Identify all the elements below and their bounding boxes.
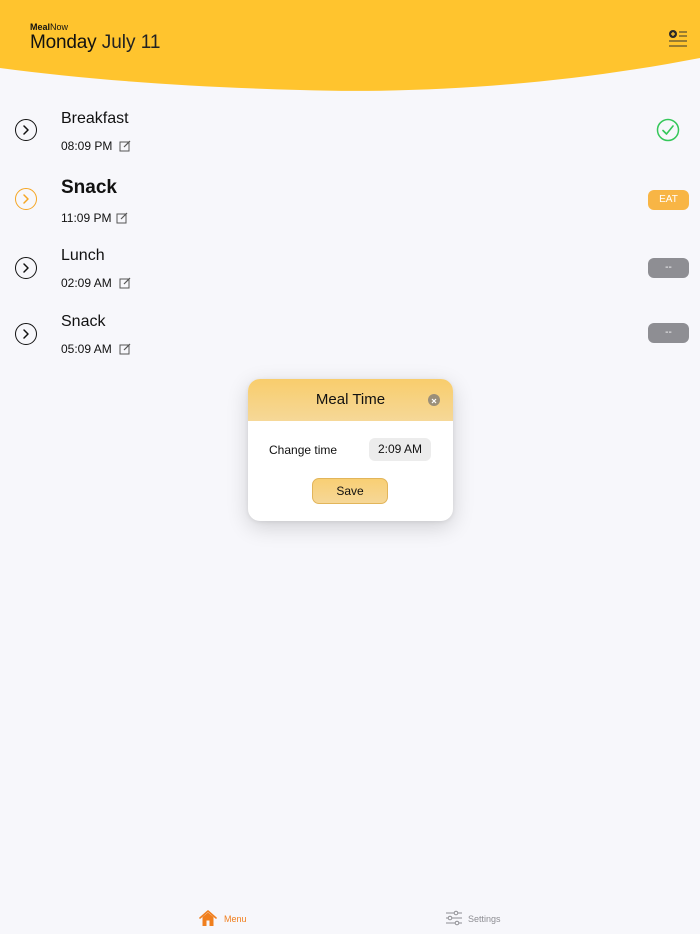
- day-label: Monday: [30, 32, 97, 53]
- edit-icon[interactable]: [119, 277, 131, 289]
- add-list-icon: [669, 30, 687, 47]
- edit-icon[interactable]: [119, 343, 131, 355]
- page-title: Monday July 11: [30, 32, 160, 54]
- chevron-right-icon[interactable]: [15, 257, 37, 279]
- tab-label-settings: Settings: [468, 914, 501, 924]
- chevron-right-icon[interactable]: [15, 188, 37, 210]
- chevron-right-icon[interactable]: [15, 323, 37, 345]
- add-list-menu-button[interactable]: [666, 28, 688, 50]
- meal-row-breakfast[interactable]: Breakfast 08:09 PM: [0, 105, 700, 165]
- meal-time: 02:09 AM: [61, 276, 112, 290]
- meal-time-modal: Meal Time Change time 2:09 AM Save: [248, 379, 453, 521]
- meal-time: 11:09 PM: [61, 211, 112, 225]
- edit-icon[interactable]: [116, 212, 128, 224]
- status-badge: --: [648, 258, 689, 278]
- tab-bar: Menu Settings: [0, 905, 700, 934]
- save-button[interactable]: Save: [312, 478, 388, 504]
- check-circle-icon: [656, 118, 680, 142]
- header: MealNow Monday July 11: [0, 0, 700, 100]
- modal-header: Meal Time: [248, 379, 453, 421]
- eat-button[interactable]: EAT: [648, 190, 689, 210]
- change-time-label: Change time: [269, 443, 338, 457]
- meal-row-snack-active[interactable]: Snack 11:09 PM EAT: [0, 172, 700, 232]
- time-picker[interactable]: 2:09 AM: [369, 438, 431, 461]
- chevron-right-icon[interactable]: [15, 119, 37, 141]
- modal-title: Meal Time: [315, 391, 386, 408]
- meal-row-lunch[interactable]: Lunch 02:09 AM --: [0, 243, 700, 303]
- close-icon[interactable]: [428, 394, 440, 406]
- meal-time: 08:09 PM: [61, 139, 113, 153]
- meal-row-snack[interactable]: Snack 05:09 AM --: [0, 309, 700, 369]
- sliders-icon: [446, 910, 462, 926]
- meal-name: Lunch: [61, 247, 105, 264]
- meal-time: 05:09 AM: [61, 342, 112, 356]
- edit-icon[interactable]: [119, 140, 131, 152]
- app-brand: MealNow: [30, 22, 69, 32]
- date-label: July 11: [101, 32, 161, 53]
- status-badge: --: [648, 323, 689, 343]
- home-icon: [199, 910, 217, 926]
- tab-settings[interactable]: Settings: [445, 909, 515, 929]
- meal-name: Snack: [61, 313, 106, 330]
- tab-label-menu: Menu: [224, 914, 247, 924]
- tab-menu[interactable]: Menu: [199, 909, 259, 929]
- meal-name: Breakfast: [61, 110, 129, 127]
- meal-name: Snack: [61, 177, 117, 198]
